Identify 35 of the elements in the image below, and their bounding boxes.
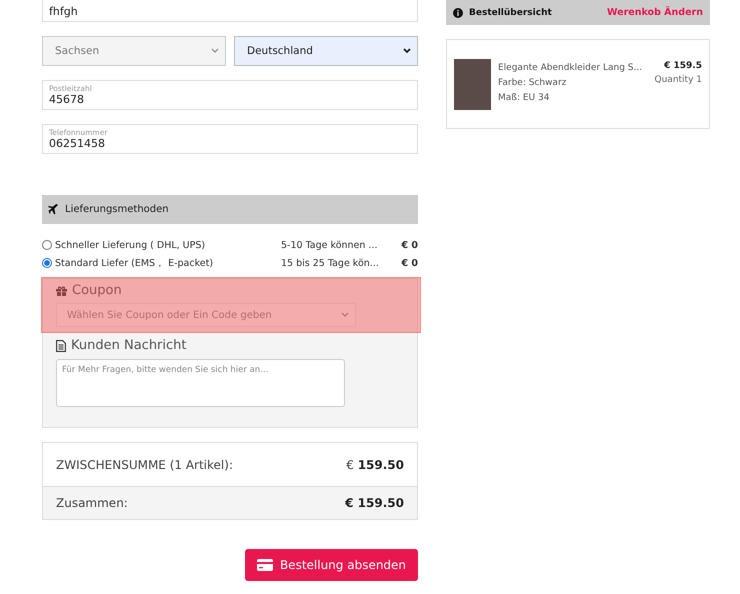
message-title: Kunden Nachricht — [71, 338, 186, 353]
summary-title: Bestellübersicht — [469, 8, 552, 18]
item-quantity: Quantity 1 — [654, 75, 702, 85]
submit-order-button[interactable]: Bestellung absenden — [245, 549, 418, 581]
chevron-icon — [403, 48, 411, 54]
total-amount: € 159.50 — [345, 496, 404, 510]
item-price: € 159.5 — [664, 61, 702, 71]
coupon-title: Coupon — [72, 283, 122, 298]
item-name[interactable]: Elegante Abendkleider Lang S... — [498, 63, 655, 73]
total-amount: € 159.50 — [346, 458, 404, 472]
item-size: Maß: EU 34 — [498, 93, 550, 103]
delivery-time: 15 bis 25 Tage kön... — [281, 258, 380, 268]
city-field[interactable]: fhfgh — [42, 0, 418, 22]
document-icon — [56, 340, 66, 352]
item-color: Farbe: Schwarz — [498, 78, 568, 88]
info-icon — [453, 8, 463, 18]
message-field[interactable]: Für Mehr Fragen, bitte wenden Sie sich hier an... — [56, 359, 345, 407]
total-label: ZWISCHENSUMME (1 Artikel): — [56, 458, 233, 472]
total-label: Zusammen: — [56, 496, 128, 510]
photo-placeholder — [454, 58, 491, 110]
airplane-icon — [48, 204, 59, 215]
credit-card-icon — [256, 559, 273, 571]
shipping-header: Lieferungsmethoden — [42, 195, 418, 224]
state-select[interactable]: Sachsen — [42, 36, 226, 66]
gift-icon — [56, 286, 67, 296]
radio-button[interactable] — [42, 258, 52, 268]
radio-button[interactable] — [42, 240, 52, 250]
chevron-icon — [211, 48, 219, 54]
shipping-option-label[interactable]: Schneller Lieferung ( DHL, UPS) — [55, 240, 281, 250]
country-select[interactable]: Deutschland — [234, 36, 418, 66]
shipping-price: € 0 — [400, 240, 418, 250]
shipping-option-label[interactable]: Standard Liefer (EMS， E-packet) — [55, 256, 281, 270]
delivery-time: 5-10 Tage können ... — [281, 240, 378, 250]
shipping-price: € 0 — [400, 258, 418, 268]
chevron-icon — [341, 312, 349, 318]
